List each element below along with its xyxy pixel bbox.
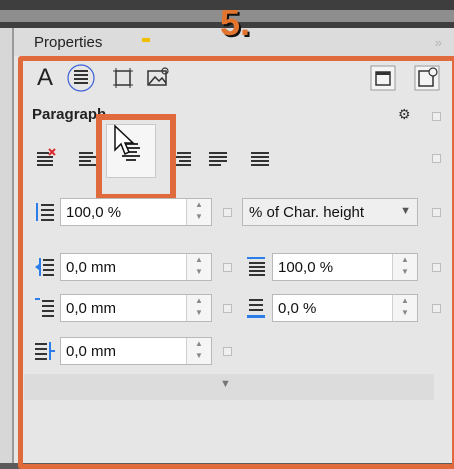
paragraph-icon — [67, 64, 95, 92]
space-after-checkbox[interactable] — [223, 347, 232, 356]
char-spacing-stepper[interactable]: 100,0 % ▲ ▼ — [272, 253, 418, 281]
view-mode-button[interactable] — [368, 64, 398, 92]
indent-left-value[interactable]: 0,0 mm — [66, 259, 116, 276]
space-before-value[interactable]: 0,0 mm — [66, 300, 116, 317]
line-spacing-unit-select[interactable]: % of Char. height ▼ — [242, 198, 418, 226]
space-after-value[interactable]: 0,0 mm — [66, 343, 116, 360]
section-checkbox[interactable] — [432, 112, 441, 121]
image-icon — [147, 67, 169, 86]
word-spacing-checkbox[interactable] — [432, 304, 441, 313]
line-spacing-unit-value: % of Char. height — [249, 204, 365, 221]
space-before-stepper[interactable]: 0,0 mm ▲ ▼ — [60, 294, 212, 322]
mouse-cursor-icon — [114, 124, 135, 156]
line-spacing-icon — [36, 203, 54, 221]
align-left-icon[interactable] — [78, 148, 98, 170]
decrement-button[interactable]: ▼ — [195, 267, 203, 276]
step-label: 5. — [220, 2, 251, 43]
decrement-button[interactable]: ▼ — [401, 267, 409, 276]
line-spacing-checkbox[interactable] — [223, 208, 232, 217]
indent-left-icon — [35, 258, 54, 276]
decrement-button[interactable]: ▼ — [195, 212, 203, 221]
increment-button[interactable]: ▲ — [401, 255, 409, 264]
word-spacing-stepper[interactable]: 0,0 % ▲ ▼ — [272, 294, 418, 322]
word-spacing-icon — [247, 299, 265, 318]
decrement-button[interactable]: ▼ — [401, 308, 409, 317]
line-spacing-value[interactable]: 100,0 % — [66, 204, 121, 221]
preview-button[interactable] — [412, 64, 442, 92]
space-after-stepper[interactable]: 0,0 mm ▲ ▼ — [60, 337, 212, 365]
gear-icon[interactable]: ⚙ — [398, 106, 411, 123]
space-before-icon — [35, 298, 54, 317]
alignment-row — [14, 146, 454, 174]
unit-checkbox[interactable] — [432, 208, 441, 217]
paragraph-tab[interactable] — [66, 64, 96, 92]
increment-button[interactable]: ▲ — [401, 296, 409, 305]
char-spacing-value[interactable]: 100,0 % — [278, 259, 333, 276]
space-before-checkbox[interactable] — [223, 304, 232, 313]
preview-icon — [414, 65, 440, 91]
decrement-button[interactable]: ▼ — [195, 308, 203, 317]
indent-left-stepper[interactable]: 0,0 mm ▲ ▼ — [60, 253, 212, 281]
increment-button[interactable]: ▲ — [195, 296, 203, 305]
line-spacing-stepper[interactable]: 100,0 % ▲ ▼ — [60, 198, 212, 226]
no-alignment-icon[interactable] — [36, 148, 56, 170]
word-spacing-value[interactable]: 0,0 % — [278, 300, 316, 317]
decrement-button[interactable]: ▼ — [195, 351, 203, 360]
chevron-down-icon: ▼ — [220, 378, 231, 390]
space-after-icon — [35, 342, 55, 360]
frame-tab[interactable] — [110, 64, 136, 92]
increment-button[interactable]: ▲ — [195, 200, 203, 209]
character-tab[interactable]: A — [32, 64, 58, 92]
char-spacing-checkbox[interactable] — [432, 263, 441, 272]
indent-left-checkbox[interactable] — [223, 263, 232, 272]
window-icon — [370, 65, 396, 91]
expand-more-bar[interactable]: ▼ — [24, 374, 434, 400]
chevron-down-icon: ▼ — [400, 205, 411, 217]
image-tab[interactable] — [144, 64, 172, 92]
left-edge — [0, 28, 14, 463]
properties-panel: Properties » 5. A Paragraph ⚙ 100,0 % ▲ … — [14, 2, 454, 469]
collapse-panel-icon[interactable]: » — [435, 35, 442, 50]
char-spacing-icon — [247, 257, 265, 276]
increment-button[interactable]: ▲ — [195, 339, 203, 348]
title-indicator — [142, 38, 150, 42]
frame-icon — [113, 68, 133, 88]
alignment-checkbox[interactable] — [432, 154, 441, 163]
justify-left-icon[interactable] — [208, 148, 228, 170]
tab-toolbar: A — [14, 64, 454, 94]
panel-title: Properties — [34, 34, 103, 51]
increment-button[interactable]: ▲ — [195, 255, 203, 264]
justify-full-icon[interactable] — [250, 148, 270, 170]
character-icon: A — [36, 64, 53, 91]
